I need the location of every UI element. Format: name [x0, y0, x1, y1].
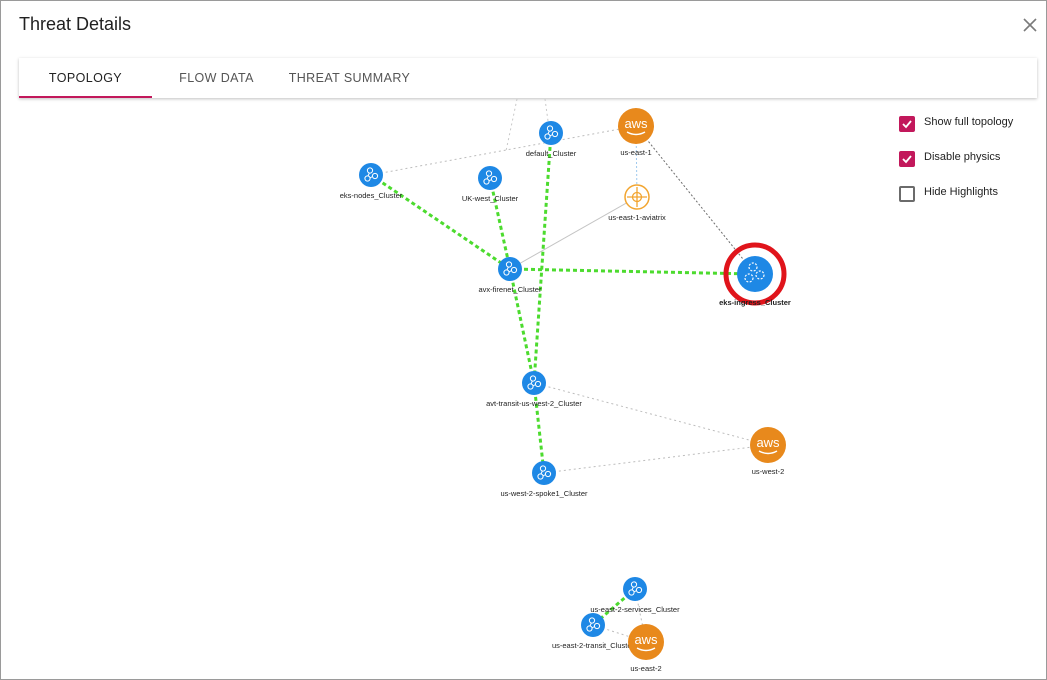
node-eks-ingress[interactable]: eks-ingress_Cluster [719, 242, 791, 307]
node-label: us-east-2 [630, 664, 661, 673]
node-default[interactable]: default_Cluster [526, 121, 577, 158]
edge-us-east-1-aviatrix-to-avx-firenet[interactable] [509, 196, 638, 270]
tab-topology-label: TOPOLOGY [48, 71, 123, 85]
threat-details-dialog: Threat Details TOPOLOGY FLOW DATA THREAT… [0, 0, 1047, 680]
tab-flow-data[interactable]: FLOW DATA [169, 58, 264, 98]
background-edges [505, 99, 549, 152]
aws-badge-text: aws [756, 435, 780, 450]
disable-physics-option[interactable]: Disable physics [899, 150, 1039, 168]
dialog-title: Threat Details [19, 14, 132, 34]
node-label: us-east-1 [620, 148, 651, 157]
edge-default-to-avt-transit[interactable] [532, 132, 553, 384]
cluster-node-circle [623, 577, 647, 601]
tab-bar: TOPOLOGY FLOW DATA THREAT SUMMARY [19, 58, 1037, 98]
tab-topology[interactable]: TOPOLOGY [19, 58, 152, 98]
hide-highlights-label: Hide Highlights [924, 186, 998, 198]
active-tab-indicator [19, 96, 152, 98]
edge-avt-transit-to-us-west-2[interactable] [533, 382, 769, 446]
cluster-node-circle [532, 461, 556, 485]
node-us-east-1[interactable]: aws us-east-1 [618, 108, 654, 157]
edge-eks-nodes-to-us-east-1[interactable] [370, 125, 637, 176]
cluster-node-circle [498, 257, 522, 281]
edge-offscreen [505, 99, 518, 152]
node-label: eks-nodes_Cluster [340, 191, 403, 200]
tab-flow-data-label: FLOW DATA [179, 71, 254, 85]
aws-badge-text: aws [634, 632, 658, 647]
edge-offscreen [544, 99, 549, 122]
node-label: us-west-2-spoke1_Cluster [500, 489, 588, 498]
node-label: us-east-2-transit_Cluster [552, 641, 635, 650]
cluster-node-circle [737, 256, 773, 292]
edge-avt-transit-to-us-west-2-spoke1[interactable] [532, 382, 546, 474]
topology-graph[interactable]: default_Cluster aws us-east-1 eks-nodes_Clu… [1, 99, 1047, 679]
edge-uk-west-to-avx-firenet[interactable] [488, 177, 512, 270]
node-us-east-1-aviatrix[interactable]: us-east-1-aviatrix [608, 184, 666, 222]
topology-canvas[interactable]: default_Clusterawsus-east-1eks-nodes_Clu… [1, 99, 1047, 679]
tab-threat-summary-label: THREAT SUMMARY [288, 71, 411, 85]
show-full-topology-checkbox[interactable] [899, 116, 915, 132]
node-label: avt-transit-us-west-2_Cluster [486, 399, 582, 408]
disable-physics-label: Disable physics [924, 151, 1001, 163]
tab-threat-summary[interactable]: THREAT SUMMARY [287, 58, 412, 98]
disable-physics-checkbox[interactable] [899, 151, 915, 167]
checkmark-icon [902, 120, 912, 129]
node-avt-transit[interactable]: avt-transit-us-west-2_Cluster [486, 371, 582, 408]
cluster-node-circle [539, 121, 563, 145]
node-label: default_Cluster [526, 149, 577, 158]
node-label: UK-west_Cluster [462, 194, 519, 203]
edge-us-west-2-spoke1-to-us-west-2[interactable] [543, 444, 769, 474]
cluster-node-circle [359, 163, 383, 187]
show-full-topology-option[interactable]: Show full topology [899, 115, 1039, 133]
edge-avx-firenet-to-eks-ingress[interactable] [509, 267, 756, 276]
cluster-node-circle [478, 166, 502, 190]
nodes: default_Clusterawsus-east-1eks-nodes_Clu… [340, 108, 791, 673]
node-label: eks-ingress_Cluster [719, 298, 791, 307]
node-eks-nodes[interactable]: eks-nodes_Cluster [340, 163, 403, 200]
node-us-east-2-transit[interactable]: us-east-2-transit_Cluster [552, 613, 635, 650]
cluster-node-circle [522, 371, 546, 395]
node-label: us-east-1-aviatrix [608, 213, 666, 222]
node-us-east-2-services[interactable]: us-east-2-services_Cluster [590, 577, 680, 614]
node-label: us-west-2 [752, 467, 785, 476]
node-us-east-2[interactable]: aws us-east-2 [628, 624, 664, 673]
node-uk-west[interactable]: UK-west_Cluster [462, 166, 519, 203]
node-us-west-2-spoke1[interactable]: us-west-2-spoke1_Cluster [500, 461, 588, 498]
checkmark-icon [902, 155, 912, 164]
aws-badge-text: aws [624, 116, 648, 131]
hide-highlights-checkbox[interactable] [899, 186, 915, 202]
node-label: us-east-2-services_Cluster [590, 605, 680, 614]
show-full-topology-label: Show full topology [924, 116, 1014, 128]
edges [370, 125, 769, 643]
hide-highlights-option[interactable]: Hide Highlights [899, 185, 1039, 203]
close-icon[interactable] [1019, 14, 1041, 36]
cluster-node-circle [581, 613, 605, 637]
node-avx-firenet[interactable]: avx-firenet_Cluster [479, 257, 542, 294]
node-label: avx-firenet_Cluster [479, 285, 542, 294]
node-us-west-2[interactable]: aws us-west-2 [750, 427, 786, 476]
